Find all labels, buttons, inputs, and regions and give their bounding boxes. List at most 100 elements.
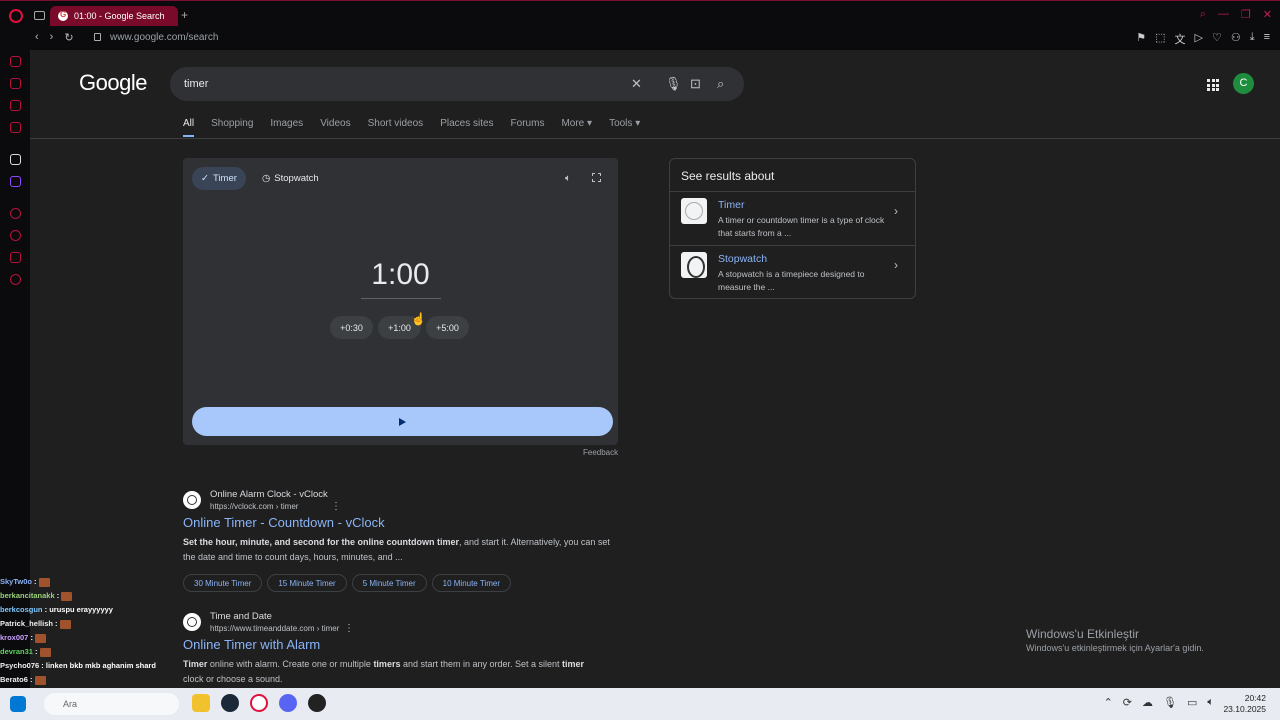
windows-taskbar: Ara ⌃ ⟳ ☁ 🎙︎ ▭ 🔈︎ 20:42 23.10.2025 <box>0 688 1280 720</box>
sound-icon[interactable]: 🔈︎ <box>565 173 571 184</box>
chat-message: krox007 : <box>0 631 175 645</box>
sidebar-player-icon[interactable] <box>10 208 21 219</box>
new-tab-button[interactable]: + <box>181 8 188 22</box>
tab-images[interactable]: Images <box>270 118 303 137</box>
timer-add-buttons: +0:30 +1:00 +5:00 <box>330 316 469 339</box>
tab-tools[interactable]: Tools ▾ <box>609 118 640 137</box>
snapshot-icon[interactable]: ⬚ <box>1155 31 1165 47</box>
close-icon[interactable]: ✕ <box>1263 8 1272 21</box>
search-input[interactable]: timer <box>184 78 208 90</box>
see-result-timer[interactable]: Timer A timer or countdown timer is a ty… <box>670 191 915 245</box>
translate-icon[interactable]: 文 <box>1174 31 1185 47</box>
tab-all[interactable]: All <box>183 118 195 137</box>
search-icon[interactable]: ⌕ <box>717 76 724 92</box>
twitch-icon[interactable] <box>10 176 21 187</box>
browser-titlebar: 01:00 - Google Search + ⌕ — ❐ ✕ <box>0 0 1280 29</box>
feedback-link[interactable]: Feedback <box>583 448 618 457</box>
result-url[interactable]: https://vclock.com › timer <box>210 502 298 511</box>
minimize-icon[interactable]: — <box>1218 8 1229 21</box>
chat-username: Berato6 <box>0 675 28 684</box>
google-logo[interactable]: Google <box>79 70 147 96</box>
sidebar-crypto-icon[interactable] <box>10 78 21 89</box>
url-field[interactable]: www.google.com/search <box>110 32 218 43</box>
search-box[interactable]: timer ✕ 🎙︎ ⊡ ⌕ <box>170 67 744 101</box>
steam-icon[interactable] <box>221 694 239 712</box>
opera-gx-icon[interactable] <box>250 694 268 712</box>
obs-icon[interactable] <box>308 694 326 712</box>
discord-icon[interactable] <box>279 694 297 712</box>
lens-icon[interactable]: ⊡ <box>690 76 701 92</box>
back-icon[interactable]: ‹ <box>35 31 39 44</box>
lock-icon[interactable] <box>94 33 101 41</box>
history-icon[interactable] <box>10 230 21 241</box>
timer-tab[interactable]: ✓ Timer <box>192 167 246 190</box>
clear-icon[interactable]: ✕ <box>631 76 642 92</box>
mic-icon[interactable]: 🎙︎ <box>1163 696 1177 709</box>
result-snippet: Set the hour, minute, and second for the… <box>183 537 610 562</box>
start-icon[interactable] <box>10 696 26 712</box>
fullscreen-icon[interactable] <box>592 173 601 182</box>
more-options-icon[interactable]: ⋮ <box>331 501 341 512</box>
taskbar-clock[interactable]: 20:42 23.10.2025 <box>1223 693 1266 715</box>
play-icon <box>399 417 406 426</box>
reload-icon[interactable]: ↻ <box>64 31 73 44</box>
vclock-favicon-icon <box>183 491 201 509</box>
bookmark-icon[interactable]: ⚑ <box>1136 31 1146 47</box>
maximize-icon[interactable]: ❐ <box>1241 8 1251 21</box>
player-icon[interactable]: ▷ <box>1194 31 1202 47</box>
tray-chevron-icon[interactable]: ⌃ <box>1104 696 1113 709</box>
add-30s-button[interactable]: +0:30 <box>330 316 373 339</box>
forward-icon[interactable]: › <box>50 31 54 44</box>
chip-15-minute-timer[interactable]: 15 Minute Timer <box>267 574 347 592</box>
chip-10-minute-timer[interactable]: 10 Minute Timer <box>431 574 511 592</box>
tab-places-sites[interactable]: Places sites <box>440 118 493 137</box>
taskbar-search[interactable]: Ara <box>44 693 179 715</box>
sidebar-gx-icon[interactable] <box>10 122 21 133</box>
menu-icon[interactable]: ≡ <box>1264 31 1270 47</box>
sidebar-aria-icon[interactable] <box>10 56 21 67</box>
sidebar-app-icon[interactable] <box>10 154 21 165</box>
result-site-name[interactable]: Online Alarm Clock - vClock <box>210 489 328 500</box>
see-result-stopwatch[interactable]: Stopwatch A stopwatch is a timepiece des… <box>670 245 915 299</box>
result-title[interactable]: Online Timer - Countdown - vClock <box>183 515 385 530</box>
stopwatch-tab[interactable]: ◷ Stopwatch <box>253 167 328 190</box>
opera-logo-icon[interactable] <box>9 9 23 23</box>
tab-switcher-icon[interactable] <box>34 11 45 20</box>
browser-tab-active[interactable]: 01:00 - Google Search <box>50 6 178 26</box>
heart-icon[interactable]: ♡ <box>1212 31 1222 47</box>
result-title[interactable]: Online Timer with Alarm <box>183 637 320 652</box>
result-site-name[interactable]: Time and Date <box>210 611 272 622</box>
tab-short-videos[interactable]: Short videos <box>368 118 424 137</box>
settings-icon[interactable] <box>10 274 21 285</box>
sidebar-messenger-icon[interactable] <box>10 100 21 111</box>
chat-username: Psycho076 <box>0 661 40 670</box>
avatar[interactable]: C <box>1233 73 1254 94</box>
start-button[interactable] <box>192 407 613 436</box>
result-url[interactable]: https://www.timeanddate.com › timer <box>210 624 339 633</box>
tab-forums[interactable]: Forums <box>511 118 545 137</box>
network-icon[interactable]: ▭ <box>1187 696 1197 709</box>
voice-search-icon[interactable]: 🎙︎ <box>665 76 682 92</box>
tab-more[interactable]: More ▾ <box>561 118 592 137</box>
extensions-icon[interactable] <box>10 252 21 263</box>
search-result-vclock: Online Alarm Clock - vClock https://vclo… <box>183 489 623 592</box>
file-explorer-icon[interactable] <box>192 694 210 712</box>
account-icon[interactable]: ⚇ <box>1231 31 1241 47</box>
timer-display[interactable]: 1:00 <box>183 258 618 292</box>
result-snippet: Timer online with alarm. Create one or m… <box>183 659 585 684</box>
volume-icon[interactable]: 🔈︎ <box>1207 696 1214 709</box>
tab-videos[interactable]: Videos <box>320 118 350 137</box>
chat-message: berkcosgun : uruspu erayyyyyy <box>0 605 113 614</box>
download-icon[interactable]: ⤓ <box>1250 31 1255 47</box>
add-5m-button[interactable]: +5:00 <box>426 316 469 339</box>
sync-icon[interactable]: ⟳ <box>1123 696 1132 709</box>
more-options-icon[interactable]: ⋮ <box>344 623 354 634</box>
google-results-page: Google timer ✕ 🎙︎ ⊡ ⌕ C All Shopping Ima… <box>30 50 1280 688</box>
chip-30-minute-timer[interactable]: 30 Minute Timer <box>183 574 263 592</box>
chip-5-minute-timer[interactable]: 5 Minute Timer <box>351 574 427 592</box>
tab-shopping[interactable]: Shopping <box>211 118 253 137</box>
search-tabs-icon[interactable]: ⌕ <box>1200 8 1206 21</box>
chat-message: berkancitanakk : <box>0 589 175 603</box>
google-apps-icon[interactable] <box>1207 79 1219 91</box>
cloud-icon[interactable]: ☁ <box>1142 696 1153 709</box>
